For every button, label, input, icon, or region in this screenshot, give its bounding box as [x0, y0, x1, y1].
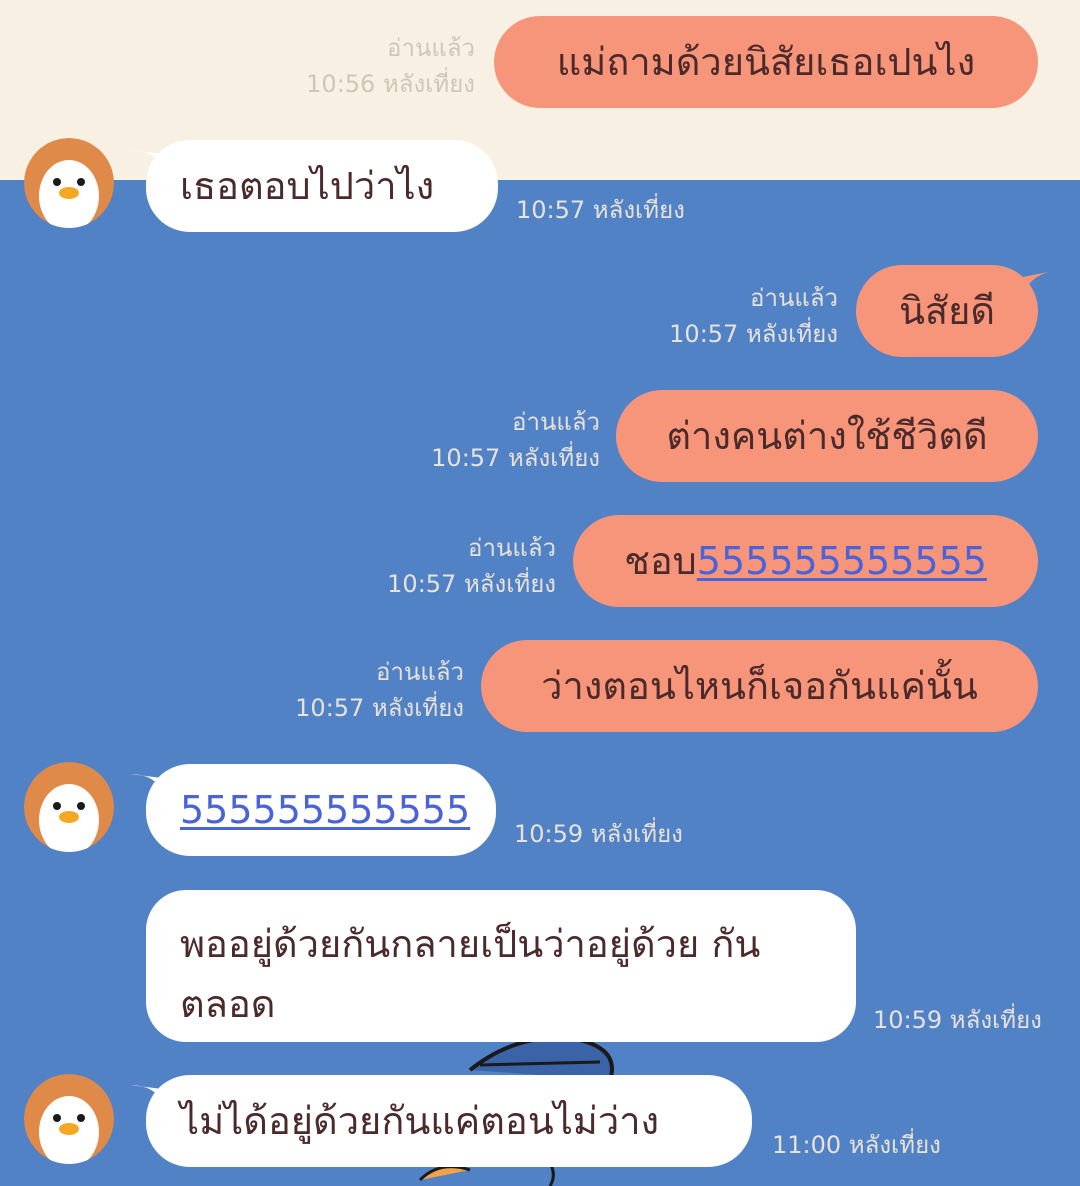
incoming-message-bubble[interactable]: พออยู่ด้วยกันกลายเป็นว่าอยู่ด้วย กันตลอด — [146, 890, 856, 1042]
timestamp: 10:57 หลังเที่ยง — [431, 444, 600, 472]
timestamp: 10:57 หลังเที่ยง — [295, 694, 464, 722]
timestamp: 10:57 หลังเที่ยง — [669, 320, 838, 348]
timestamp: 10:59 หลังเที่ยง — [514, 820, 683, 848]
read-status: อ่านแล้ว — [376, 658, 464, 686]
message-link[interactable]: 555555555555 — [180, 788, 470, 832]
outgoing-message-bubble[interactable]: ชอบ555555555555 — [573, 515, 1038, 607]
timestamp: 11:00 หลังเที่ยง — [772, 1131, 941, 1159]
timestamp: 10:59 หลังเที่ยง — [873, 1006, 1042, 1034]
outgoing-message-bubble[interactable]: นิสัยดี — [856, 265, 1038, 357]
avatar[interactable] — [24, 1074, 114, 1164]
read-status: อ่านแล้ว — [387, 34, 475, 62]
outgoing-message-bubble[interactable]: ว่างตอนไหนก็เจอกันแค่นั้น — [481, 640, 1038, 732]
read-status: อ่านแล้ว — [512, 408, 600, 436]
avatar[interactable] — [24, 762, 114, 852]
outgoing-message-bubble[interactable]: ต่างคนต่างใช้ชีวิตดี — [616, 390, 1038, 482]
read-status: อ่านแล้ว — [468, 534, 556, 562]
message-link[interactable]: 555555555555 — [697, 539, 987, 583]
timestamp: 10:57 หลังเที่ยง — [516, 196, 685, 224]
message-meta: อ่านแล้ว 10:56 หลังเที่ยง — [270, 30, 475, 102]
incoming-message-bubble[interactable]: 555555555555 — [146, 764, 496, 856]
incoming-message-bubble[interactable]: ไม่ได้อยู่ด้วยกันแค่ตอนไม่ว่าง — [146, 1075, 752, 1167]
message-meta: อ่านแล้ว 10:57 หลังเที่ยง — [256, 654, 464, 726]
outgoing-message-bubble[interactable]: แม่ถามด้วยนิสัยเธอเปนไง — [494, 16, 1038, 108]
timestamp: 10:56 หลังเที่ยง — [306, 70, 475, 98]
penguin-avatar-icon — [24, 1074, 114, 1164]
incoming-message-bubble[interactable]: เธอตอบไปว่าไง — [146, 140, 498, 232]
message-meta: อ่านแล้ว 10:57 หลังเที่ยง — [392, 404, 600, 476]
message-text: ชอบ — [624, 539, 697, 583]
avatar[interactable] — [24, 138, 114, 228]
message-meta: อ่านแล้ว 10:57 หลังเที่ยง — [630, 280, 838, 352]
penguin-avatar-icon — [24, 762, 114, 852]
message-meta: อ่านแล้ว 10:57 หลังเที่ยง — [348, 530, 556, 602]
bubble-tail — [1018, 270, 1058, 293]
read-status: อ่านแล้ว — [750, 284, 838, 312]
penguin-avatar-icon — [24, 138, 114, 228]
timestamp: 10:57 หลังเที่ยง — [387, 570, 556, 598]
